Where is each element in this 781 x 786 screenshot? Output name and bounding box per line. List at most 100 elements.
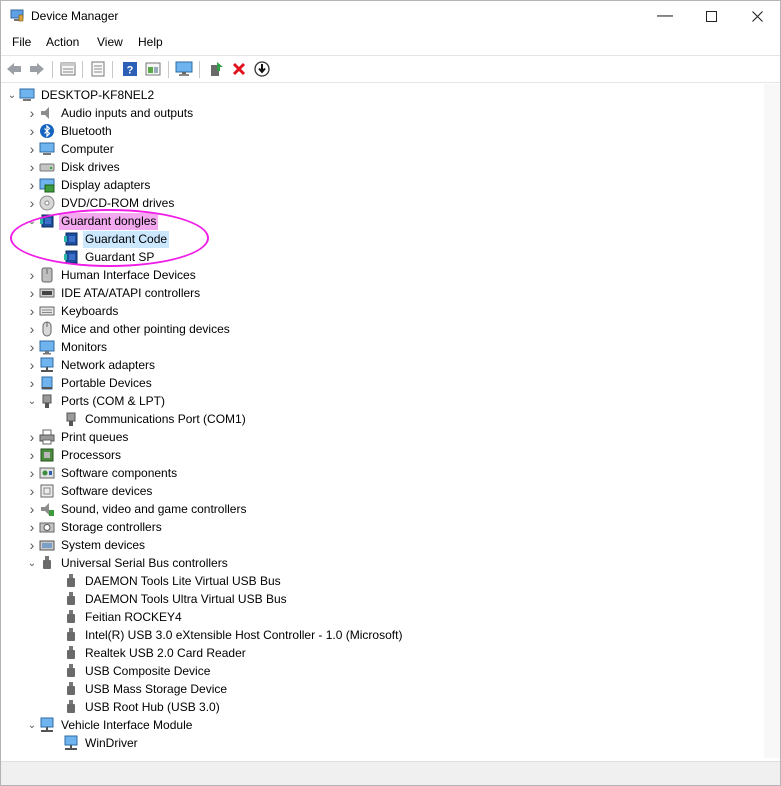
tree-category[interactable]: › Monitors [25,338,109,356]
chevron-right-icon[interactable]: › [25,482,39,500]
tree-category[interactable]: › Human Interface Devices [25,266,198,284]
tree-category[interactable]: › Computer [25,140,116,158]
back-button[interactable] [5,60,23,78]
chevron-down-icon[interactable]: ⌄ [25,716,39,734]
tree-device[interactable]: Intel(R) USB 3.0 eXtensible Host Control… [44,626,404,644]
tree-category[interactable]: › Software devices [25,482,154,500]
tree-device[interactable]: Guardant SP [44,248,156,266]
close-button[interactable] [734,1,780,31]
tree-category[interactable]: ⌄ Guardant dongles [25,212,159,230]
vertical-scrollbar[interactable] [764,84,780,758]
tree-category[interactable]: › Software components [25,464,179,482]
tree-device[interactable]: DAEMON Tools Ultra Virtual USB Bus [44,590,289,608]
tree-item-label: Print queues [61,429,129,444]
tree-category[interactable]: ⌄ Vehicle Interface Module [25,716,194,734]
minimize-button[interactable]: — [642,1,688,31]
tree-device[interactable]: USB Root Hub (USB 3.0) [44,698,222,716]
port-icon [39,393,55,409]
chevron-right-icon[interactable]: › [25,302,39,320]
maximize-button[interactable] [688,1,734,31]
printer-icon [39,429,55,445]
chevron-right-icon[interactable]: › [25,536,39,554]
tree-category[interactable]: › Disk drives [25,158,122,176]
tree-category[interactable]: › Sound, video and game controllers [25,500,248,518]
tree-category[interactable]: ⌄ Universal Serial Bus controllers [25,554,230,572]
chevron-down-icon[interactable]: ⌄ [25,212,39,230]
chevron-right-icon[interactable]: › [25,176,39,194]
usb-icon [63,591,79,607]
svg-text:?: ? [127,65,134,77]
tree-category[interactable]: › Mice and other pointing devices [25,320,232,338]
chevron-right-icon[interactable]: › [25,518,39,536]
chevron-right-icon[interactable]: › [25,320,39,338]
tree-device[interactable]: Communications Port (COM1) [44,410,248,428]
tree-category[interactable]: › Bluetooth [25,122,114,140]
chevron-down-icon[interactable]: ⌄ [5,86,19,104]
tree-device[interactable]: Guardant Code [44,230,170,248]
chevron-right-icon[interactable]: › [25,284,39,302]
chevron-right-icon[interactable]: › [25,464,39,482]
chevron-right-icon[interactable]: › [25,374,39,392]
tree-category[interactable]: › System devices [25,536,147,554]
tree-item-label: IDE ATA/ATAPI controllers [61,285,201,300]
tree-device[interactable]: WinDriver [44,734,140,752]
chevron-right-icon[interactable]: › [25,266,39,284]
tree-category[interactable]: › Storage controllers [25,518,164,536]
monitor-icon [39,339,55,355]
chevron-down-icon[interactable]: ⌄ [25,554,39,572]
toolbar-separator [199,61,200,78]
chevron-right-icon[interactable]: › [25,140,39,158]
chevron-right-icon[interactable]: › [25,356,39,374]
tree-category[interactable]: ⌄ Ports (COM & LPT) [25,392,167,410]
tree-item-label: Human Interface Devices [61,267,196,282]
tree-item-label: Keyboards [61,303,119,318]
tree-item-label: Software devices [61,483,153,498]
tree-category[interactable]: › Print queues [25,428,130,446]
tree-category[interactable]: › Network adapters [25,356,157,374]
tree-category[interactable]: › IDE ATA/ATAPI controllers [25,284,202,302]
chevron-right-icon[interactable]: › [25,338,39,356]
chevron-right-icon[interactable]: › [25,158,39,176]
tree-category[interactable]: › DVD/CD-ROM drives [25,194,176,212]
tree-root[interactable]: ⌄ DESKTOP-KF8NEL2 [5,86,156,104]
tree-category[interactable]: › Portable Devices [25,374,154,392]
tree-device[interactable]: Realtek USB 2.0 Card Reader [44,644,248,662]
scan-hardware-button[interactable] [175,60,193,78]
tree-device[interactable]: USB Composite Device [44,662,212,680]
tree-device[interactable]: USB Mass Storage Device [44,680,229,698]
tree-category[interactable]: › Audio inputs and outputs [25,104,195,122]
forward-button[interactable] [28,60,46,78]
menu-file[interactable]: File [12,35,31,49]
device-tree[interactable]: ⌄ DESKTOP-KF8NEL2 › Audio inputs and outp… [1,84,764,758]
tree-category[interactable]: › Display adapters [25,176,152,194]
update-button[interactable] [144,60,162,78]
tree-item-label: DAEMON Tools Lite Virtual USB Bus [85,573,281,588]
menu-action[interactable]: Action [46,35,79,49]
chevron-right-icon[interactable]: › [25,446,39,464]
tree-device[interactable]: Feitian ROCKEY4 [44,608,184,626]
list-button[interactable] [89,60,107,78]
chevron-right-icon[interactable]: › [25,500,39,518]
chevron-down-icon[interactable]: ⌄ [25,392,39,410]
chevron-right-icon[interactable]: › [25,104,39,122]
help-button[interactable]: ? [121,60,139,78]
tree-item-label: Intel(R) USB 3.0 eXtensible Host Control… [85,627,403,642]
software-device-icon [39,483,55,499]
chevron-right-icon[interactable]: › [25,194,39,212]
enable-device-button[interactable] [207,60,225,78]
properties-button[interactable] [59,60,77,78]
maximize-icon [705,10,717,22]
window-title: Device Manager [31,9,119,23]
tree-device[interactable]: DAEMON Tools Lite Virtual USB Bus [44,572,283,590]
download-button[interactable] [253,60,271,78]
bluetooth-icon [39,123,55,139]
tree-category[interactable]: › Processors [25,446,123,464]
chevron-right-icon[interactable]: › [25,122,39,140]
menu-help[interactable]: Help [138,35,163,49]
tree-category[interactable]: › Keyboards [25,302,120,320]
menu-bar: File Action View Help [1,32,780,54]
keyboard-icon [39,303,55,319]
chevron-right-icon[interactable]: › [25,428,39,446]
menu-view[interactable]: View [97,35,123,49]
uninstall-button[interactable] [230,60,248,78]
